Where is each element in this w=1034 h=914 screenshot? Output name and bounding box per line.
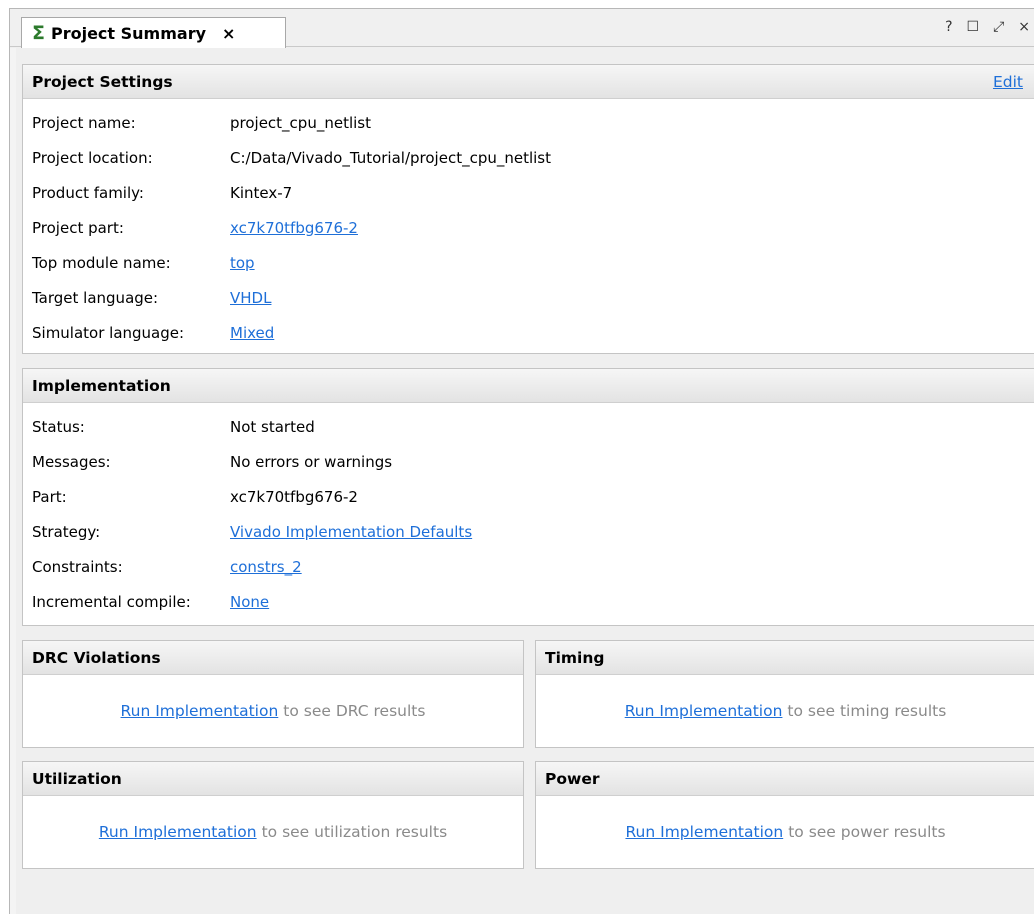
project-settings-panel: Project Settings Edit Project name: proje… [22,64,1034,354]
tab-close-icon[interactable]: × [222,24,235,43]
row-label: Target language: [32,288,159,307]
row-value-link[interactable]: top [230,254,255,272]
info-row: Incremental compile: None [23,584,1034,619]
row-label: Simulator language: [32,323,185,342]
implementation-panel: Implementation Status: Not started Message… [22,368,1034,626]
row-label: Status: [32,417,85,436]
summary-content: Project Settings Edit Project name: proje… [10,48,1034,914]
info-row: Messages: No errors or warnings [23,444,1034,479]
utilization-message-text: to see utilization results [261,823,448,841]
timing-message-text: to see timing results [787,702,947,720]
info-row: Project part: xc7k70tfbg676-2 [23,210,1034,245]
power-message-text: to see power results [788,823,946,841]
info-row: Part: xc7k70tfbg676-2 [23,479,1034,514]
close-icon[interactable]: × [1018,19,1030,35]
project-summary-window: Σ Project Summary × ? ☐ ⤢ × Project Sett… [9,8,1034,914]
row-value-link[interactable]: Vivado Implementation Defaults [230,523,472,541]
project-settings-rows: Project name: project_cpu_netlist Project … [23,99,1034,350]
info-row: Project name: project_cpu_netlist [23,105,1034,140]
project-settings-header: Project Settings Edit [23,65,1034,99]
row-value-link[interactable]: VHDL [230,289,271,307]
row-value: No errors or warnings [230,452,393,471]
tab-project-summary[interactable]: Σ Project Summary × [21,17,286,48]
info-row: Top module name: top [23,245,1034,280]
timing-run-implementation-link[interactable]: Run Implementation [625,702,783,720]
row-label: Project name: [32,113,136,132]
drc-message-text: to see DRC results [283,702,426,720]
sigma-icon: Σ [32,22,45,44]
row-value: C:/Data/Vivado_Tutorial/project_cpu_netl… [230,148,551,167]
row-label: Project part: [32,218,124,237]
row-label: Top module name: [32,253,171,272]
tab-title: Project Summary [50,23,207,43]
maximize-icon[interactable]: ☐ [967,19,980,35]
timing-header: Timing [536,641,1034,675]
row-label: Messages: [32,452,111,471]
power-header: Power [536,762,1034,796]
drc-run-implementation-link[interactable]: Run Implementation [121,702,279,720]
utilization-run-implementation-link[interactable]: Run Implementation [99,823,257,841]
row-label: Constraints: [32,557,123,576]
timing-panel: Timing Run Implementation to see timing … [535,640,1034,748]
power-run-implementation-link[interactable]: Run Implementation [625,823,783,841]
info-row: Project location: C:/Data/Vivado_Tutorial… [23,140,1034,175]
project-settings-title: Project Settings [32,72,173,91]
row-label: Part: [32,487,67,506]
power-panel: Power Run Implementation to see power re… [535,761,1034,869]
row-value-link[interactable]: Mixed [230,324,274,342]
implementation-header: Implementation [23,369,1034,403]
info-row: Target language: VHDL [23,280,1034,315]
info-row: Product family: Kintex-7 [23,175,1034,210]
edit-link[interactable]: Edit [993,73,1023,91]
utilization-header: Utilization [23,762,523,796]
info-row: Strategy: Vivado Implementation Defaults [23,514,1034,549]
row-label: Product family: [32,183,144,202]
drc-message: Run Implementation to see DRC results [23,675,523,747]
help-icon[interactable]: ? [945,19,952,35]
window-controls: ? ☐ ⤢ × [945,19,1034,35]
row-label: Project location: [32,148,153,167]
info-row: Status: Not started [23,409,1034,444]
row-value: Kintex-7 [230,183,293,202]
timing-title: Timing [545,648,605,667]
drc-header: DRC Violations [23,641,523,675]
info-row: Simulator language: Mixed [23,315,1034,350]
row-value-link[interactable]: xc7k70tfbg676-2 [230,219,358,237]
drc-title: DRC Violations [32,648,161,667]
float-icon[interactable]: ⤢ [993,19,1004,35]
implementation-title: Implementation [32,376,171,395]
row-value-link[interactable]: constrs_2 [230,558,302,576]
timing-message: Run Implementation to see timing results [536,675,1034,747]
row-label: Strategy: [32,522,101,541]
info-row: Constraints: constrs_2 [23,549,1034,584]
utilization-panel: Utilization Run Implementation to see ut… [22,761,524,869]
row-label: Incremental compile: [32,592,191,611]
row-value: project_cpu_netlist [230,113,371,132]
tab-bar: Σ Project Summary × ? ☐ ⤢ × [10,9,1034,48]
row-value-link[interactable]: None [230,593,269,611]
drc-violations-panel: DRC Violations Run Implementation to see… [22,640,524,748]
row-value: xc7k70tfbg676-2 [230,487,358,506]
utilization-title: Utilization [32,769,122,788]
utilization-message: Run Implementation to see utilization re… [23,796,523,868]
row-value: Not started [230,417,315,436]
power-title: Power [545,769,600,788]
implementation-rows: Status: Not started Messages: No errors or … [23,403,1034,619]
power-message: Run Implementation to see power results [536,796,1034,868]
